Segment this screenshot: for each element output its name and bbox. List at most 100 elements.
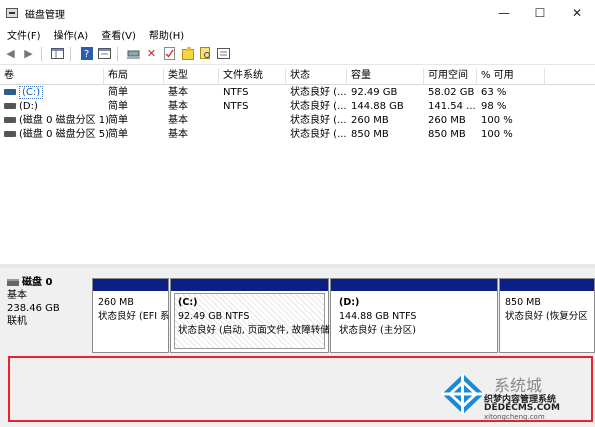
volume-list: 卷 布局 类型 文件系统 状态 容量 可用空间 % 可用 (C:) 简单 基本 … bbox=[0, 68, 595, 263]
partition-size: 850 MB bbox=[505, 297, 541, 308]
type-cell: 基本 bbox=[168, 101, 188, 112]
connect-icon[interactable] bbox=[126, 46, 141, 61]
disk-type: 基本 bbox=[7, 290, 27, 301]
watermark-logo-icon bbox=[442, 374, 484, 414]
volume-icon bbox=[4, 131, 16, 137]
toolbar: ◀ ▶ ? ✕ bbox=[0, 43, 595, 65]
partition-status: 状态良好 (EFI 系 bbox=[98, 311, 170, 322]
col-filesystem[interactable]: 文件系统 bbox=[219, 68, 286, 85]
layout-cell: 简单 bbox=[108, 115, 128, 126]
disk-state: 联机 bbox=[7, 316, 27, 327]
percent-free-cell: 100 % bbox=[481, 115, 513, 126]
table-row[interactable]: (磁盘 0 磁盘分区 1) 简单 基本 状态良好 (... 260 MB 260… bbox=[0, 114, 595, 128]
window-title: 磁盘管理 bbox=[25, 9, 65, 21]
menu-view[interactable]: 查看(V) bbox=[101, 27, 136, 42]
status-cell: 状态良好 (... bbox=[290, 129, 347, 140]
partition-label: (C:) bbox=[178, 297, 198, 308]
title-bar: 磁盘管理 — ☐ ✕ bbox=[0, 0, 595, 26]
table-row[interactable]: (D:) 简单 基本 NTFS 状态良好 (... 144.88 GB 141.… bbox=[0, 100, 595, 114]
col-status[interactable]: 状态 bbox=[286, 68, 347, 85]
partition-size: 92.49 GB NTFS bbox=[178, 311, 250, 322]
status-cell: 状态良好 (... bbox=[290, 87, 347, 98]
layout-cell: 简单 bbox=[108, 129, 128, 140]
capacity-cell: 850 MB bbox=[351, 129, 389, 140]
disk-icon bbox=[7, 279, 19, 286]
percent-free-cell: 63 % bbox=[481, 87, 507, 98]
capacity-cell: 92.49 GB bbox=[351, 87, 398, 98]
capacity-cell: 260 MB bbox=[351, 115, 389, 126]
minimize-button[interactable]: — bbox=[486, 0, 522, 26]
volume-name: (磁盘 0 磁盘分区 5) bbox=[19, 129, 110, 140]
watermark-line2: DEDECMS.COM bbox=[484, 403, 560, 413]
close-button[interactable]: ✕ bbox=[559, 0, 595, 26]
col-free-space[interactable]: 可用空间 bbox=[424, 68, 477, 85]
partition-size: 260 MB bbox=[98, 297, 134, 308]
layout-cell: 简单 bbox=[108, 101, 128, 112]
disk-name: 磁盘 0 bbox=[22, 277, 53, 288]
partition-d[interactable]: (D:) 144.88 GB NTFS 状态良好 (主分区) bbox=[330, 278, 498, 353]
filesystem-cell: NTFS bbox=[223, 87, 249, 98]
menu-file[interactable]: 文件(F) bbox=[7, 27, 41, 42]
help-icon[interactable]: ? bbox=[79, 46, 94, 61]
back-icon[interactable]: ◀ bbox=[3, 46, 18, 61]
type-cell: 基本 bbox=[168, 87, 188, 98]
disk-info[interactable]: 磁盘 0 基本 238.46 GB 联机 bbox=[0, 276, 90, 327]
type-cell: 基本 bbox=[168, 129, 188, 140]
properties-icon[interactable] bbox=[97, 46, 112, 61]
watermark: 系统城 织梦内容管理系统 DEDECMS.COM xitongcheng.com bbox=[440, 370, 592, 421]
status-cell: 状态良好 (... bbox=[290, 101, 347, 112]
partition-label: (D:) bbox=[339, 297, 360, 308]
svg-text:?: ? bbox=[84, 49, 89, 60]
volume-name: (D:) bbox=[19, 101, 38, 112]
delete-icon[interactable]: ✕ bbox=[144, 46, 159, 61]
partition-bar bbox=[93, 279, 168, 291]
table-row[interactable]: (C:) 简单 基本 NTFS 状态良好 (... 92.49 GB 58.02… bbox=[0, 86, 595, 100]
partition-bar bbox=[331, 279, 497, 291]
new-folder-icon[interactable] bbox=[180, 46, 195, 61]
menu-action[interactable]: 操作(A) bbox=[54, 27, 89, 42]
toolbar-separator bbox=[117, 46, 118, 61]
partition-recovery[interactable]: 850 MB 状态良好 (恢复分区 bbox=[499, 278, 595, 353]
filesystem-cell: NTFS bbox=[223, 101, 249, 112]
toolbar-separator bbox=[70, 46, 71, 61]
volume-name: (磁盘 0 磁盘分区 1) bbox=[19, 115, 110, 126]
free-space-cell: 141.54 ... bbox=[428, 101, 476, 112]
disk-management-icon bbox=[6, 8, 18, 18]
col-capacity[interactable]: 容量 bbox=[347, 68, 424, 85]
status-cell: 状态良好 (... bbox=[290, 115, 347, 126]
check-icon[interactable] bbox=[162, 46, 177, 61]
percent-free-cell: 100 % bbox=[481, 129, 513, 140]
forward-icon[interactable]: ▶ bbox=[21, 46, 36, 61]
volume-icon bbox=[4, 103, 16, 109]
free-space-cell: 260 MB bbox=[428, 115, 466, 126]
partition-bar bbox=[500, 279, 594, 291]
volume-icon bbox=[4, 89, 16, 95]
partition-efi[interactable]: 260 MB 状态良好 (EFI 系 bbox=[92, 278, 170, 353]
capacity-cell: 144.88 GB bbox=[351, 101, 404, 112]
partition-c[interactable]: (C:) 92.49 GB NTFS 状态良好 (启动, 页面文件, 故障转储 bbox=[170, 278, 330, 353]
free-space-cell: 850 MB bbox=[428, 129, 466, 140]
disk-size: 238.46 GB bbox=[7, 303, 60, 314]
volume-icon bbox=[4, 117, 16, 123]
partition-bar bbox=[171, 279, 328, 291]
col-type[interactable]: 类型 bbox=[164, 68, 219, 85]
layout-cell: 简单 bbox=[108, 87, 128, 98]
table-row[interactable]: (磁盘 0 磁盘分区 5) 简单 基本 状态良好 (... 850 MB 850… bbox=[0, 128, 595, 142]
maximize-button[interactable]: ☐ bbox=[522, 0, 558, 26]
partition-status: 状态良好 (主分区) bbox=[339, 325, 416, 336]
col-volume[interactable]: 卷 bbox=[0, 68, 104, 85]
percent-free-cell: 98 % bbox=[481, 101, 507, 112]
type-cell: 基本 bbox=[168, 115, 188, 126]
menu-help[interactable]: 帮助(H) bbox=[149, 27, 184, 42]
table-header: 卷 布局 类型 文件系统 状态 容量 可用空间 % 可用 bbox=[0, 68, 595, 85]
col-layout[interactable]: 布局 bbox=[104, 68, 164, 85]
toolbar-separator bbox=[41, 46, 42, 61]
menu-bar: 文件(F) 操作(A) 查看(V) 帮助(H) bbox=[0, 26, 595, 42]
list-icon[interactable] bbox=[216, 46, 231, 61]
partition-status: 状态良好 (恢复分区 bbox=[505, 311, 588, 322]
watermark-line3: xitongcheng.com bbox=[484, 413, 545, 421]
search-icon[interactable] bbox=[198, 46, 213, 61]
console-tree-icon[interactable] bbox=[50, 46, 65, 61]
free-space-cell: 58.02 GB bbox=[428, 87, 475, 98]
col-percent-free[interactable]: % 可用 bbox=[477, 68, 545, 85]
